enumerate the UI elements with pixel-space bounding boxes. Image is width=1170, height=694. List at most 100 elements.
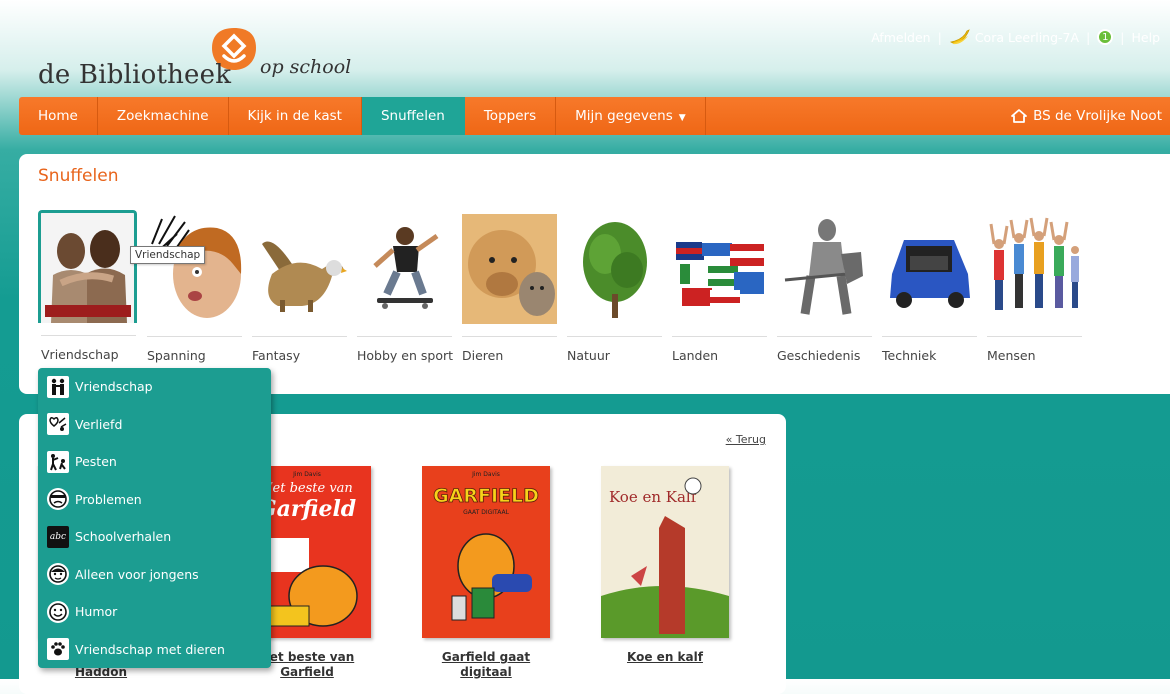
banana-icon	[949, 29, 970, 45]
subcategory-label: Schoolverhalen	[75, 529, 172, 545]
category-vriendschap[interactable]: Vriendschap	[38, 210, 137, 362]
brand-subtitle: op school	[260, 56, 352, 78]
cover-title-top: Het beste van	[260, 481, 353, 496]
logout-link[interactable]: Afmelden	[871, 30, 930, 45]
category-label: Fantasy	[252, 348, 301, 363]
chalkboard-icon: abc	[47, 525, 69, 548]
subcategory-dropdown: Vriendschap Verliefd Pesten Problemen ab…	[38, 368, 271, 668]
cover-title-main: Koe en Kalf	[609, 488, 698, 506]
category-label: Natuur	[567, 348, 610, 363]
nav-snuffelen[interactable]: Snuffelen	[361, 97, 465, 135]
level-badge-icon[interactable]: 1	[1097, 29, 1114, 45]
category-label: Techniek	[882, 348, 937, 363]
divider	[147, 336, 242, 337]
category-geschiedenis[interactable]: Geschiedenis	[777, 214, 872, 363]
category-dieren[interactable]: Dieren	[462, 214, 557, 363]
subcategory-vriendschap[interactable]: Vriendschap	[38, 368, 271, 406]
divider: |	[1086, 29, 1091, 45]
subcategory-label: Vriendschap met dieren	[75, 641, 225, 657]
category-image	[987, 214, 1082, 324]
subcategory-label: Problemen	[75, 491, 142, 507]
subcategory-humor[interactable]: Humor	[38, 593, 271, 631]
category-label: Mensen	[987, 348, 1036, 363]
bullying-icon	[47, 450, 69, 473]
snuffelen-panel: Snuffelen Vriendschap Spanning Fantasy H…	[19, 154, 1170, 394]
paw-icon	[47, 638, 69, 661]
main-navigation: Home Zoekmachine Kijk in de kast Snuffel…	[19, 97, 1170, 135]
nav-home[interactable]: Home	[19, 97, 98, 135]
book-item[interactable]: Jim Davis GARFIELD GAAT DIGITAAL Garfiel…	[422, 466, 550, 680]
category-spanning[interactable]: Spanning	[147, 214, 242, 363]
divider: |	[1120, 29, 1125, 45]
divider	[882, 336, 977, 337]
divider	[672, 336, 767, 337]
subcategory-alleen-voor-jongens[interactable]: Alleen voor jongens	[38, 556, 271, 594]
book-cover: Jim Davis GARFIELD GAAT DIGITAAL	[422, 466, 550, 638]
divider: |	[937, 29, 942, 45]
book-author: Jim Davis	[471, 471, 500, 478]
category-fantasy[interactable]: Fantasy	[252, 214, 347, 363]
brand-name: de Bibliotheek	[38, 60, 232, 90]
back-link[interactable]: « Terug	[726, 433, 766, 446]
subcategory-verliefd[interactable]: Verliefd	[38, 406, 271, 444]
tooltip: Vriendschap	[130, 246, 206, 264]
top-navigation: Afmelden | Cora Leerling-7A | 1 | Help	[871, 28, 1160, 46]
friends-icon	[47, 375, 69, 398]
divider	[252, 336, 347, 337]
category-techniek[interactable]: Techniek	[882, 214, 977, 363]
cover-title-main: Garfield	[258, 496, 356, 522]
category-image	[252, 214, 347, 324]
subcategory-label: Alleen voor jongens	[75, 566, 199, 582]
category-image	[567, 214, 662, 324]
cover-title-main: GARFIELD	[433, 485, 539, 507]
user-name[interactable]: Cora Leerling-7A	[975, 30, 1079, 45]
nav-kijk-in-de-kast[interactable]: Kijk in de kast	[229, 97, 362, 135]
nav-toppers[interactable]: Toppers	[465, 97, 557, 135]
subcategory-label: Pesten	[75, 454, 117, 470]
category-image	[147, 214, 242, 324]
subcategory-problemen[interactable]: Problemen	[38, 481, 271, 519]
home-icon	[1011, 109, 1027, 123]
nav-mijn-gegevens-label: Mijn gegevens	[575, 108, 673, 124]
category-natuur[interactable]: Natuur	[567, 214, 662, 363]
category-hobby-en-sport[interactable]: Hobby en sport	[357, 214, 454, 363]
divider	[357, 336, 452, 337]
school-name: BS de Vrolijke Noot	[1033, 108, 1162, 124]
divider	[777, 336, 872, 337]
category-landen[interactable]: Landen	[672, 214, 767, 363]
subcategory-vriendschap-met-dieren[interactable]: Vriendschap met dieren	[38, 631, 271, 669]
nav-mijn-gegevens[interactable]: Mijn gegevens ▼	[556, 97, 706, 135]
divider	[462, 336, 557, 337]
subcategory-label: Vriendschap	[75, 379, 153, 395]
school-link[interactable]: BS de Vrolijke Noot	[1011, 97, 1170, 135]
cover-subtitle: GAAT DIGITAAL	[463, 509, 510, 516]
category-label: Landen	[672, 348, 719, 363]
help-link[interactable]: Help	[1132, 30, 1161, 45]
category-label: Spanning	[147, 348, 206, 363]
subcategory-schoolverhalen[interactable]: abc Schoolverhalen	[38, 518, 271, 556]
category-image	[882, 214, 977, 324]
book-title[interactable]: Garfield gaat digitaal	[422, 650, 550, 680]
chevron-down-icon: ▼	[678, 113, 686, 123]
category-image	[38, 210, 137, 323]
section-title: Snuffelen	[38, 166, 119, 186]
category-mensen[interactable]: Mensen	[987, 214, 1082, 363]
category-image	[462, 214, 557, 324]
divider	[987, 336, 1082, 337]
category-label: Dieren	[462, 348, 504, 363]
nav-zoekmachine[interactable]: Zoekmachine	[98, 97, 229, 135]
book-author: Jim Davis	[292, 471, 321, 478]
subcategory-label: Humor	[75, 604, 118, 620]
divider	[41, 335, 136, 336]
in-love-icon	[47, 413, 69, 436]
divider	[567, 336, 662, 337]
smiley-icon	[47, 600, 69, 623]
category-image	[672, 214, 767, 324]
book-title[interactable]: Koe en kalf	[601, 650, 729, 665]
category-label: Geschiedenis	[777, 348, 861, 363]
category-label: Hobby en sport	[357, 348, 454, 363]
boy-face-icon	[47, 563, 69, 586]
book-item[interactable]: Koe en Kalf Koe en kalf	[601, 466, 729, 665]
category-label: Vriendschap	[41, 347, 119, 362]
subcategory-pesten[interactable]: Pesten	[38, 443, 271, 481]
